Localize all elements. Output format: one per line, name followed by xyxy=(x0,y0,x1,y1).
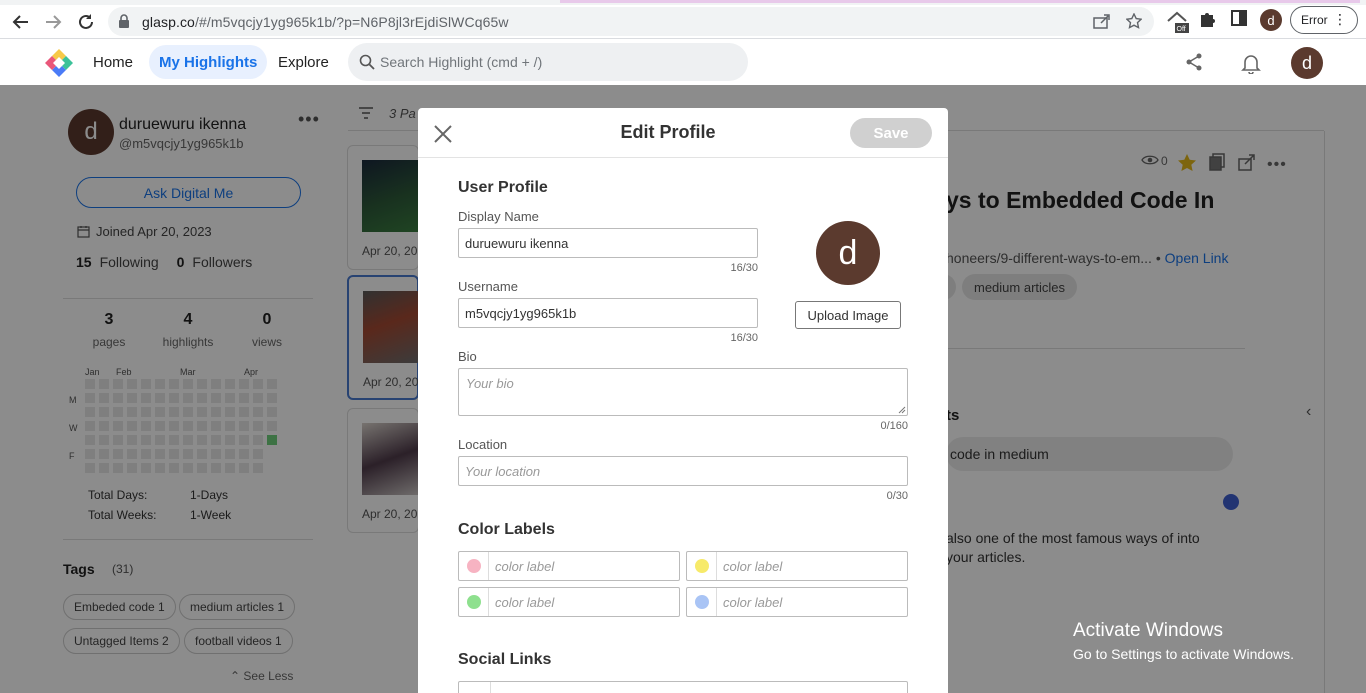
social-link-field[interactable] xyxy=(458,681,908,693)
reload-icon[interactable] xyxy=(73,9,99,35)
search-input[interactable] xyxy=(380,43,740,81)
color-swatch[interactable] xyxy=(459,552,489,580)
username-counter: 16/30 xyxy=(730,332,758,344)
display-name-counter: 16/30 xyxy=(730,262,758,274)
lock-icon xyxy=(118,14,130,33)
nav-home[interactable]: Home xyxy=(83,45,143,79)
bio-textarea[interactable]: Your bio xyxy=(458,368,908,416)
back-icon[interactable] xyxy=(8,9,34,35)
display-name-label: Display Name xyxy=(458,209,539,224)
browser-toolbar: glasp.co/#/m5vqcjy1yg965k1b/?p=N6P8jl3rE… xyxy=(0,5,1366,39)
color-label-field-pink[interactable]: color label xyxy=(458,551,680,581)
bell-icon[interactable] xyxy=(1241,52,1261,79)
nav-my-highlights[interactable]: My Highlights xyxy=(149,45,268,79)
svg-text:Off: Off xyxy=(1177,26,1186,33)
nav-explore[interactable]: Explore xyxy=(268,45,339,79)
extension-home-off-icon[interactable]: Off xyxy=(1166,10,1190,39)
pink-dot-icon xyxy=(467,559,481,573)
color-label-field-yellow[interactable]: color label xyxy=(686,551,908,581)
bio-label: Bio xyxy=(458,349,477,364)
display-name-field[interactable]: duruewuru ikenna xyxy=(458,228,758,258)
blue-dot-icon xyxy=(695,595,709,609)
error-button[interactable]: Error ⋮ xyxy=(1290,6,1358,34)
location-field[interactable]: Your location xyxy=(458,456,908,486)
username-field[interactable]: m5vqcjy1yg965k1b xyxy=(458,298,758,328)
side-panel-icon[interactable] xyxy=(1231,10,1247,31)
social-icon-slot xyxy=(459,682,491,693)
glasp-logo[interactable] xyxy=(44,48,74,78)
username-label: Username xyxy=(458,279,518,294)
user-profile-heading: User Profile xyxy=(458,179,548,196)
yellow-dot-icon xyxy=(695,559,709,573)
address-bar[interactable]: glasp.co/#/m5vqcjy1yg965k1b/?p=N6P8jl3rE… xyxy=(108,7,1154,36)
save-button[interactable]: Save xyxy=(850,118,932,148)
share-icon[interactable] xyxy=(1184,52,1204,77)
url-text: glasp.co/#/m5vqcjy1yg965k1b/?p=N6P8jl3rE… xyxy=(142,14,509,30)
color-swatch[interactable] xyxy=(687,588,717,616)
tab-accent xyxy=(560,0,1360,3)
bio-counter: 0/160 xyxy=(880,420,908,432)
profile-image: d xyxy=(816,221,880,285)
share-page-icon[interactable] xyxy=(1093,13,1111,34)
modal-header: Edit Profile Save xyxy=(418,108,948,158)
edit-profile-modal: Edit Profile Save User Profile Display N… xyxy=(418,108,948,693)
browser-profile-avatar[interactable]: d xyxy=(1260,9,1282,31)
color-swatch[interactable] xyxy=(687,552,717,580)
location-counter: 0/30 xyxy=(886,490,908,502)
puzzle-extensions-icon[interactable] xyxy=(1198,10,1216,33)
forward-icon[interactable] xyxy=(40,9,66,35)
resize-handle-icon[interactable] xyxy=(898,406,906,414)
more-vert-icon: ⋮ xyxy=(1333,11,1347,27)
social-links-heading: Social Links xyxy=(458,651,552,668)
upload-image-button[interactable]: Upload Image xyxy=(795,301,901,329)
color-label-field-green[interactable]: color label xyxy=(458,587,680,617)
app-header: Home My Highlights Explore d xyxy=(0,39,1366,85)
location-label: Location xyxy=(458,437,508,452)
modal-title: Edit Profile xyxy=(620,122,716,142)
search-bar[interactable] xyxy=(348,43,748,81)
green-dot-icon xyxy=(467,595,481,609)
bookmark-star-icon[interactable] xyxy=(1125,12,1143,34)
search-icon xyxy=(359,54,375,75)
color-label-field-blue[interactable]: color label xyxy=(686,587,908,617)
color-labels-heading: Color Labels xyxy=(458,521,555,538)
windows-watermark: Activate Windows Go to Settings to activ… xyxy=(1073,620,1294,662)
color-swatch[interactable] xyxy=(459,588,489,616)
user-avatar[interactable]: d xyxy=(1291,47,1323,79)
